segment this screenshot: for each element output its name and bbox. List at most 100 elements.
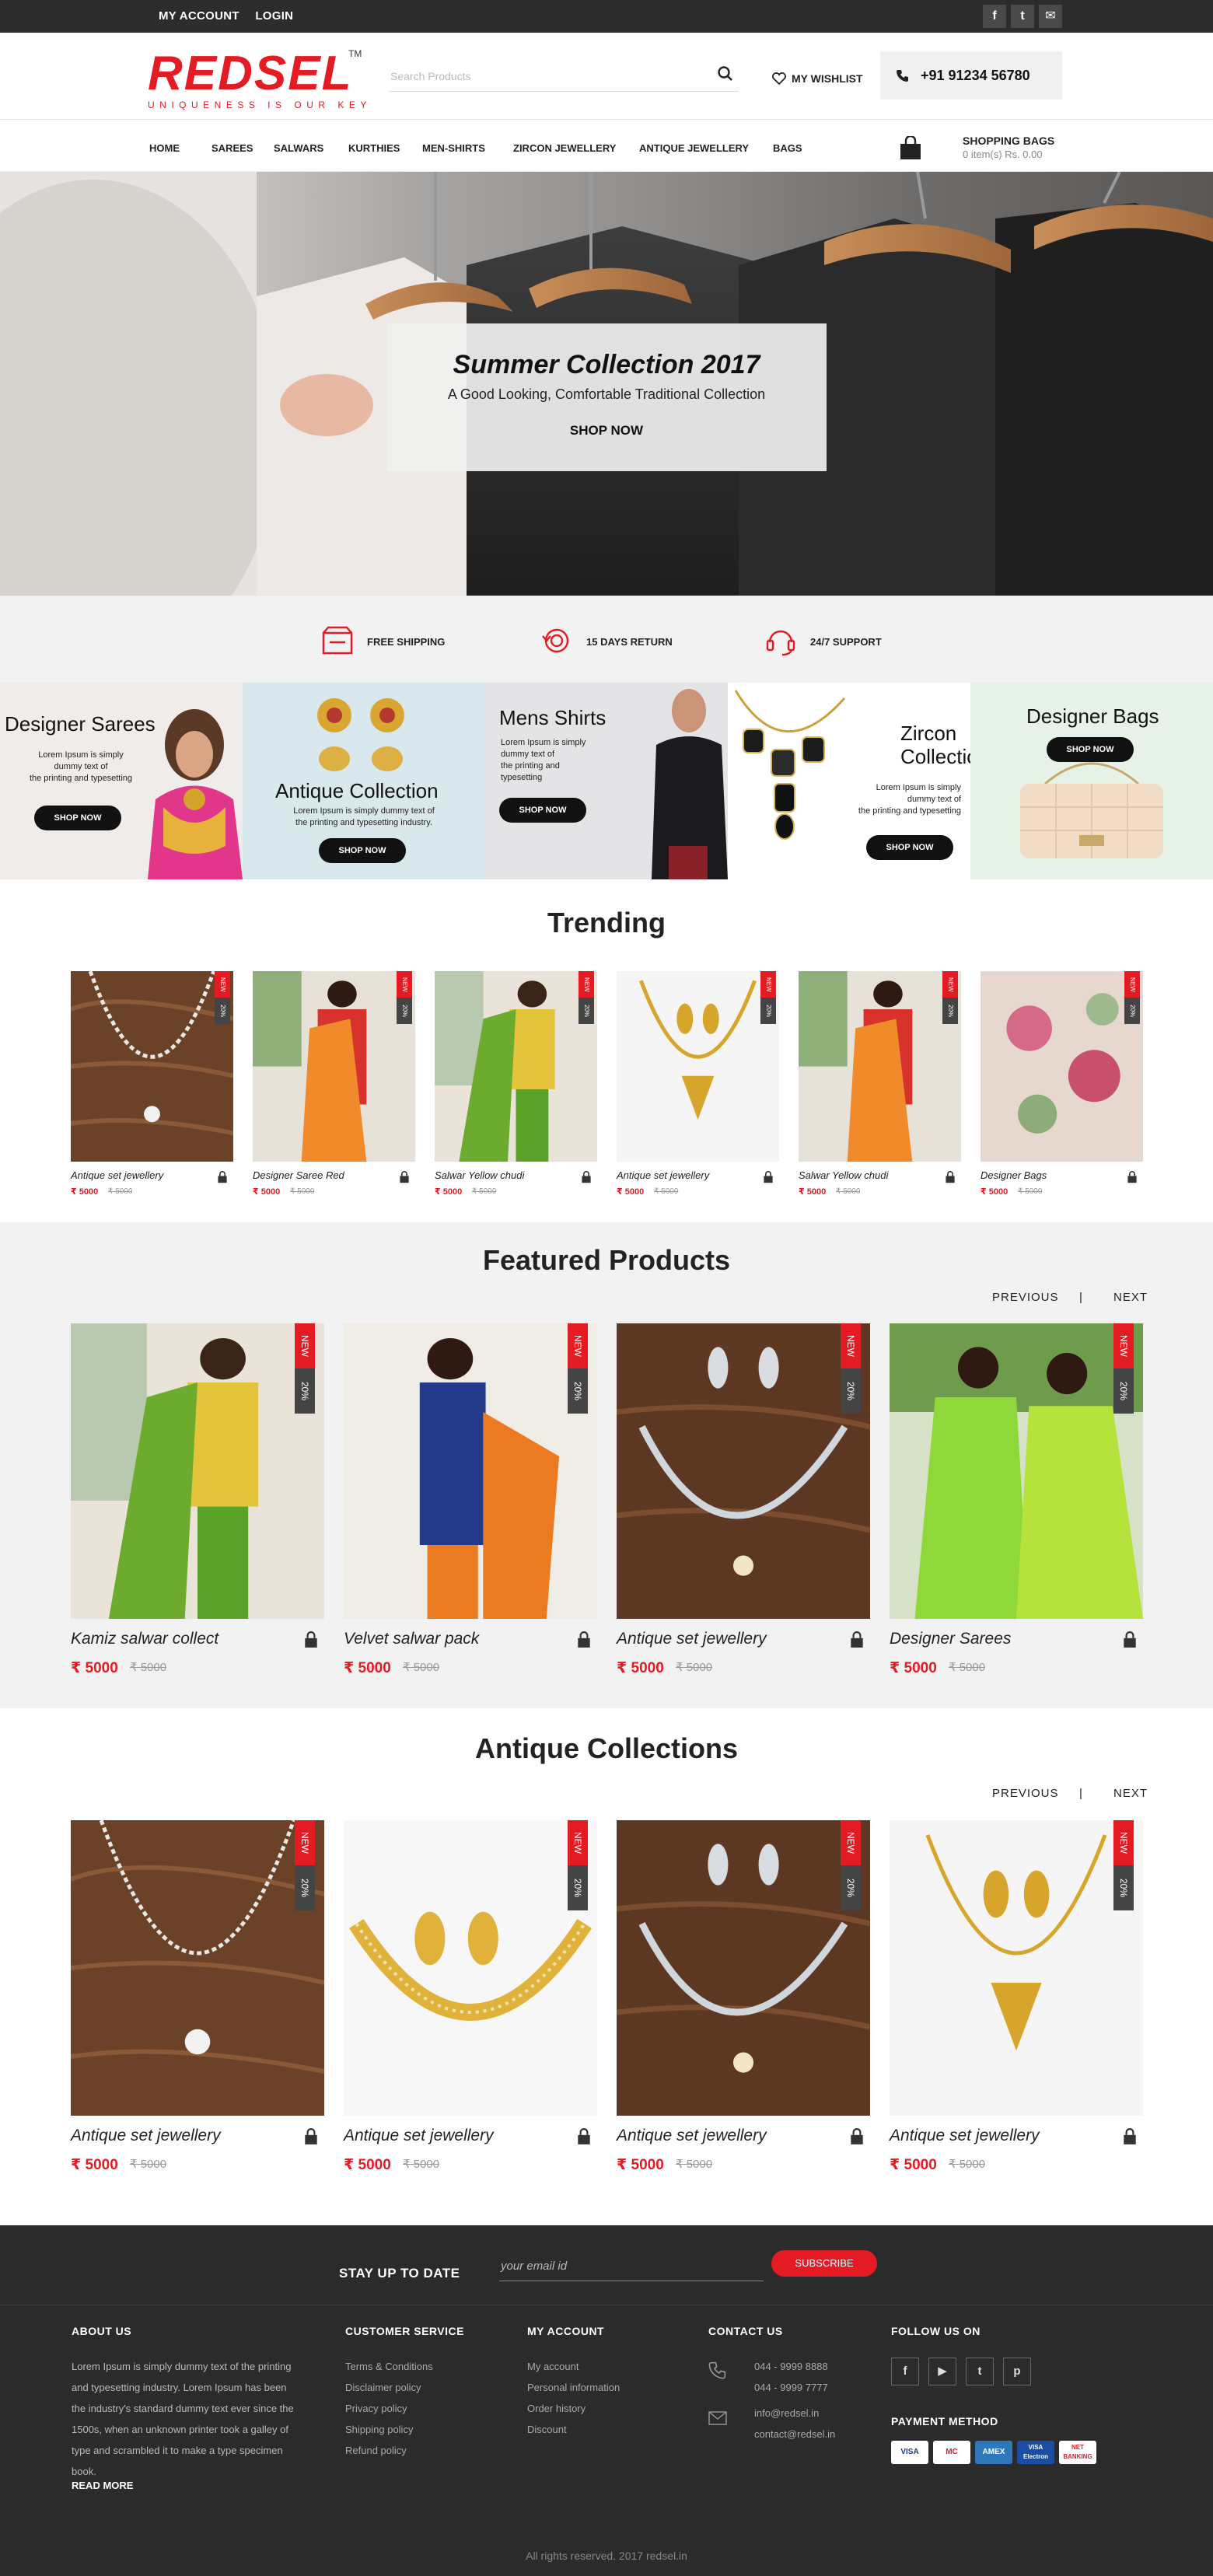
category-shop-now-button[interactable]: SHOP NOW: [319, 838, 406, 863]
cart-bag-icon[interactable]: [302, 1631, 320, 1648]
product-card[interactable]: NEW 20% Antique set jewellery ₹ 5000 ₹ 5…: [617, 971, 779, 1204]
product-image[interactable]: [617, 1323, 870, 1619]
cart-bag-icon[interactable]: [398, 1171, 411, 1183]
product-name[interactable]: Salwar Yellow chudi: [435, 1169, 524, 1181]
product-card[interactable]: NEW 20% Antique set jewellery ₹ 5000 ₹ 5…: [890, 1820, 1143, 2186]
facebook-icon[interactable]: f: [891, 2358, 919, 2386]
product-name[interactable]: Velvet salwar pack: [344, 1630, 479, 1648]
subscribe-button[interactable]: SUBSCRIBE: [771, 2250, 877, 2277]
nav-men-shirts[interactable]: MEN-SHIRTS: [422, 142, 485, 154]
cart-bag-icon[interactable]: [944, 1171, 956, 1183]
footer-link[interactable]: Shipping policy: [345, 2419, 433, 2440]
product-name[interactable]: Antique set jewellery: [71, 1169, 163, 1181]
category-shop-now-button[interactable]: SHOP NOW: [34, 806, 121, 830]
nav-antique-jewellery[interactable]: ANTIQUE JEWELLERY: [639, 142, 749, 154]
product-name[interactable]: Antique set jewellery: [617, 2127, 767, 2145]
category-shop-now-button[interactable]: SHOP NOW: [1047, 737, 1134, 762]
product-image[interactable]: [253, 971, 415, 1162]
product-card[interactable]: NEW 20% Kamiz salwar collect ₹ 5000 ₹ 50…: [71, 1323, 324, 1689]
read-more-link[interactable]: READ MORE: [72, 2480, 133, 2491]
product-name[interactable]: Designer Sarees: [890, 1630, 1011, 1648]
cart-bag-icon[interactable]: [848, 2128, 865, 2145]
cart-bag-icon[interactable]: [1126, 1171, 1138, 1183]
product-name[interactable]: Designer Bags: [981, 1169, 1047, 1181]
cart-bag-icon[interactable]: [1121, 2128, 1138, 2145]
product-image[interactable]: [344, 1323, 597, 1619]
login-link[interactable]: LOGIN: [255, 9, 293, 23]
footer-link[interactable]: Privacy policy: [345, 2398, 433, 2419]
nav-salwars[interactable]: SALWARS: [274, 142, 323, 154]
product-name[interactable]: Antique set jewellery: [890, 2127, 1040, 2145]
cart-bag-icon[interactable]: [848, 1631, 865, 1648]
nav-bags[interactable]: BAGS: [773, 142, 802, 154]
product-image[interactable]: [890, 1323, 1143, 1619]
product-card[interactable]: NEW 20% Antique set jewellery ₹ 5000 ₹ 5…: [71, 971, 233, 1204]
cart-bag-icon[interactable]: [762, 1171, 774, 1183]
product-card[interactable]: NEW 20% Antique set jewellery ₹ 5000 ₹ 5…: [617, 1820, 870, 2186]
nav-sarees[interactable]: SAREES: [211, 142, 253, 154]
footer-link[interactable]: Personal information: [527, 2377, 620, 2398]
product-card[interactable]: NEW 20% Velvet salwar pack ₹ 5000 ₹ 5000: [344, 1323, 597, 1689]
product-name[interactable]: Salwar Yellow chudi: [799, 1169, 888, 1181]
wishlist-link[interactable]: MY WISHLIST: [771, 72, 863, 86]
product-image[interactable]: [617, 971, 779, 1162]
footer-link[interactable]: Terms & Conditions: [345, 2356, 433, 2377]
category-zircon-collection[interactable]: Zircon Collection Lorem Ipsum is simplyd…: [728, 683, 970, 879]
product-image[interactable]: [435, 971, 597, 1162]
nav-kurthies[interactable]: KURTHIES: [348, 142, 400, 154]
product-card[interactable]: NEW 20% Designer Saree Red ₹ 5000 ₹ 5000: [253, 971, 415, 1204]
product-card[interactable]: NEW 20% Salwar Yellow chudi ₹ 5000 ₹ 500…: [435, 971, 597, 1204]
contact-email[interactable]: info@redsel.in: [754, 2403, 835, 2424]
category-mens-shirts[interactable]: Mens Shirts Lorem Ipsum is simply dummy t…: [485, 683, 728, 879]
product-card[interactable]: NEW 20% Antique set jewellery ₹ 5000 ₹ 5…: [617, 1323, 870, 1689]
mail-icon[interactable]: ✉: [1039, 5, 1062, 28]
product-image[interactable]: [981, 971, 1143, 1162]
product-name[interactable]: Kamiz salwar collect: [71, 1630, 218, 1648]
featured-previous-button[interactable]: PREVIOUS: [992, 1291, 1059, 1304]
product-image[interactable]: [344, 1820, 597, 2116]
newsletter-email-input[interactable]: your email id: [499, 2253, 764, 2281]
category-shop-now-button[interactable]: SHOP NOW: [499, 798, 586, 823]
product-card[interactable]: NEW 20% Antique set jewellery ₹ 5000 ₹ 5…: [71, 1820, 324, 2186]
logo[interactable]: REDSEL UNIQUENESS IS OUR KEY TM: [148, 48, 372, 110]
cart-bag-icon[interactable]: [1121, 1631, 1138, 1648]
youtube-icon[interactable]: ▶: [928, 2358, 956, 2386]
product-image[interactable]: [617, 1820, 870, 2116]
footer-link[interactable]: Discount: [527, 2419, 620, 2440]
category-designer-sarees[interactable]: Designer Sarees Lorem Ipsum is simply dum…: [0, 683, 243, 879]
product-card[interactable]: NEW 20% Salwar Yellow chudi ₹ 5000 ₹ 500…: [799, 971, 961, 1204]
hero-shop-now-button[interactable]: SHOP NOW: [570, 423, 643, 439]
pinterest-icon[interactable]: p: [1003, 2358, 1031, 2386]
antique-next-button[interactable]: NEXT: [1113, 1787, 1148, 1800]
twitter-icon[interactable]: t: [966, 2358, 994, 2386]
footer-link[interactable]: Disclaimer policy: [345, 2377, 433, 2398]
cart-bag-icon[interactable]: [575, 2128, 593, 2145]
category-shop-now-button[interactable]: SHOP NOW: [866, 835, 953, 860]
product-name[interactable]: Antique set jewellery: [71, 2127, 221, 2145]
nav-home[interactable]: HOME: [149, 142, 180, 154]
search-input[interactable]: Search Products: [390, 70, 471, 82]
twitter-icon[interactable]: t: [1011, 5, 1034, 28]
product-name[interactable]: Antique set jewellery: [344, 2127, 494, 2145]
cart-bag-icon[interactable]: [216, 1171, 229, 1183]
product-image[interactable]: [799, 971, 961, 1162]
product-image[interactable]: [890, 1820, 1143, 2116]
cart-bag-icon[interactable]: [575, 1631, 593, 1648]
product-image[interactable]: [71, 1820, 324, 2116]
product-name[interactable]: Antique set jewellery: [617, 1169, 709, 1181]
product-name[interactable]: Antique set jewellery: [617, 1630, 767, 1648]
nav-zircon-jewellery[interactable]: ZIRCON JEWELLERY: [513, 142, 616, 154]
footer-link[interactable]: My account: [527, 2356, 620, 2377]
product-image[interactable]: [71, 1323, 324, 1619]
my-account-link[interactable]: MY ACCOUNT: [159, 9, 239, 23]
footer-link[interactable]: Order history: [527, 2398, 620, 2419]
product-card[interactable]: NEW 20% Designer Sarees ₹ 5000 ₹ 5000: [890, 1323, 1143, 1689]
featured-next-button[interactable]: NEXT: [1113, 1291, 1148, 1304]
footer-link[interactable]: Refund policy: [345, 2440, 433, 2461]
search-icon[interactable]: [715, 64, 736, 84]
product-name[interactable]: Designer Saree Red: [253, 1169, 344, 1181]
search-bar[interactable]: Search Products: [389, 61, 739, 92]
cart-bag-icon[interactable]: [580, 1171, 593, 1183]
contact-email[interactable]: contact@redsel.in: [754, 2424, 835, 2445]
facebook-icon[interactable]: f: [983, 5, 1006, 28]
